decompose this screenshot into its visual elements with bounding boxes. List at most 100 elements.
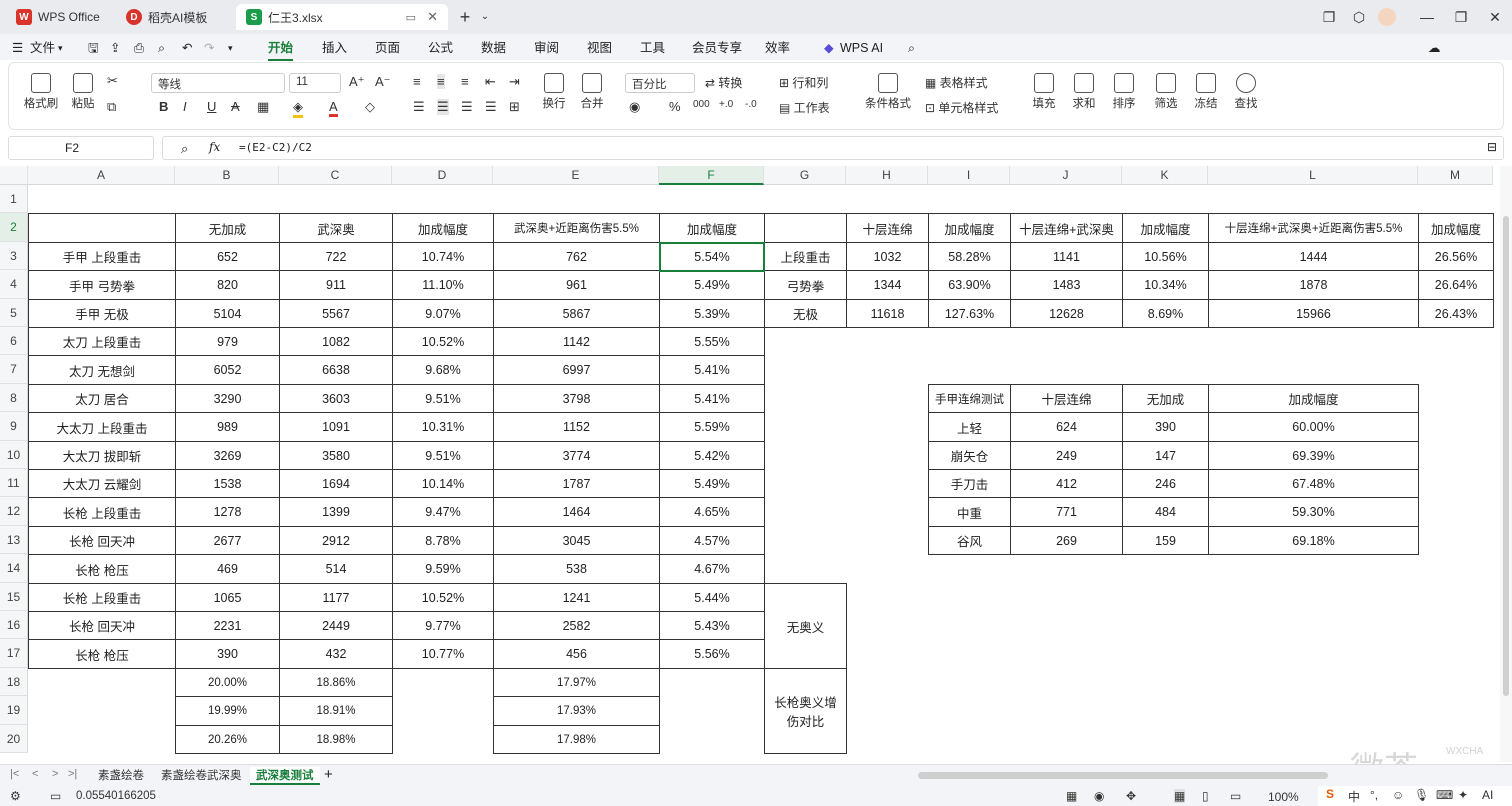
data-cell[interactable]: 2912 [279,526,393,555]
data-cell[interactable]: 5.54% [659,242,765,271]
ratio-cell[interactable]: 20.00% [175,668,280,697]
data-cell[interactable]: 5.59% [659,412,765,442]
header-cell[interactable] [28,213,176,243]
row-label-cell[interactable]: 长枪 枪压 [28,639,176,669]
cube-icon[interactable]: ⬡ [1350,8,1368,26]
row-label-cell[interactable]: 大太刀 上段重击 [28,412,176,442]
number-format-select[interactable]: 百分比 [625,73,695,93]
data-cell[interactable]: 3290 [175,384,280,413]
window-layout-icon[interactable]: ❐ [1320,8,1338,26]
row-label-cell[interactable]: 上段重击 [764,242,847,271]
fill-button[interactable]: 填充 [1029,73,1059,111]
data-cell[interactable]: 771 [1010,497,1123,527]
data-cell[interactable]: 911 [279,270,393,300]
data-cell[interactable]: 10.52% [392,583,494,612]
expand-formula-icon[interactable]: ⊟ [1487,140,1497,154]
column-header-e[interactable]: E [493,166,659,185]
data-cell[interactable]: 820 [175,270,280,300]
row-label-cell[interactable]: 长枪 上段重击 [28,497,176,527]
data-cell[interactable]: 390 [1122,412,1209,442]
punctuation-icon[interactable]: °, [1370,788,1378,802]
data-cell[interactable]: 63.90% [928,270,1011,300]
column-header-i[interactable]: I [928,166,1010,185]
data-cell[interactable]: 6052 [175,355,280,385]
font-size-select[interactable]: 11 [289,73,341,93]
sheet-tab-active[interactable]: 武深奥测试 [250,767,320,785]
data-cell[interactable]: 127.63% [928,299,1011,328]
indent-decrease-icon[interactable]: ⇤ [485,74,496,90]
align-top-icon[interactable]: ≡ [413,74,421,89]
search-icon[interactable]: ⌕ [908,38,915,58]
data-cell[interactable]: 10.52% [392,327,494,356]
add-sheet-icon[interactable]: + [324,766,333,783]
data-cell[interactable]: 6638 [279,355,393,385]
sheet-view-icon[interactable]: ▦ [1066,789,1077,803]
font-grow-icon[interactable]: A⁺ [349,74,365,90]
redo-icon[interactable]: ↷ [204,38,214,58]
data-cell[interactable]: 469 [175,554,280,584]
row-label-cell[interactable]: 长枪 回天冲 [28,611,176,640]
data-cell[interactable]: 5.55% [659,327,765,356]
row-label-cell[interactable]: 太刀 居合 [28,384,176,413]
align-right-icon[interactable]: ☰ [461,99,473,115]
data-cell[interactable]: 4.57% [659,526,765,555]
row-header-13[interactable]: 13 [0,526,28,554]
window-close-icon[interactable]: ✕ [1486,8,1504,26]
header-cell[interactable] [764,213,847,243]
row-label-cell[interactable]: 大太刀 拔即斩 [28,441,176,470]
data-cell[interactable]: 9.07% [392,299,494,328]
new-tab-button[interactable]: + [456,8,474,26]
print-preview-icon[interactable]: ⌕ [158,38,165,58]
ratio-cell[interactable]: 18.86% [279,668,393,697]
data-cell[interactable]: 5.49% [659,469,765,498]
data-cell[interactable]: 3603 [279,384,393,413]
row-header-14[interactable]: 14 [0,554,28,583]
data-cell[interactable]: 6997 [493,355,660,385]
merged-label-ougi-compare[interactable]: 长枪奥义增 伤对比 [764,668,847,754]
merged-label-no-ougi[interactable]: 无奥义 [764,583,847,669]
data-cell[interactable]: 1142 [493,327,660,356]
data-cell[interactable]: 10.34% [1122,270,1209,300]
minimize-icon[interactable]: — [1418,8,1436,26]
cloud-upload-icon[interactable]: ☁ [1428,38,1441,58]
row-header-2[interactable]: 2 [0,213,28,242]
data-cell[interactable]: 5.43% [659,611,765,640]
font-family-select[interactable]: 等线 [151,73,285,93]
data-cell[interactable]: 1787 [493,469,660,498]
column-header-k[interactable]: K [1122,166,1208,185]
data-cell[interactable]: 5.44% [659,583,765,612]
data-cell[interactable]: 1091 [279,412,393,442]
row-header-7[interactable]: 7 [0,355,28,384]
data-cell[interactable]: 412 [1010,469,1123,498]
decimal-increase-icon[interactable]: +.0 [719,99,733,110]
row-col-button[interactable]: ⊞ 行和列 [779,74,828,91]
header-cell[interactable]: 手甲连绵测试 [928,384,1011,413]
skin-icon[interactable]: ✦ [1458,788,1468,802]
filter-button[interactable]: 筛选 [1151,73,1181,111]
first-sheet-icon[interactable]: |< [10,768,19,780]
data-cell[interactable]: 1241 [493,583,660,612]
last-sheet-icon[interactable]: >| [68,768,77,780]
row-header-12[interactable]: 12 [0,497,28,526]
header-cell[interactable]: 加成幅度 [1122,213,1209,243]
data-cell[interactable]: 1538 [175,469,280,498]
ratio-cell[interactable]: 19.99% [175,696,280,726]
data-cell[interactable]: 9.77% [392,611,494,640]
data-cell[interactable]: 58.28% [928,242,1011,271]
data-cell[interactable]: 538 [493,554,660,584]
percent-icon[interactable]: % [669,99,681,114]
row-label-cell[interactable]: 手甲 无极 [28,299,176,328]
header-cell[interactable]: 十层连绵 [846,213,929,243]
row-header-18[interactable]: 18 [0,668,28,696]
menu-formula[interactable]: 公式 [428,38,453,58]
data-cell[interactable]: 5.41% [659,355,765,385]
data-cell[interactable]: 26.64% [1418,270,1494,300]
avatar[interactable] [1378,8,1396,26]
macro-icon[interactable]: ⚙ [10,789,21,803]
ratio-cell[interactable]: 20.26% [175,725,280,754]
row-label-cell[interactable]: 太刀 上段重击 [28,327,176,356]
row-header-3[interactable]: 3 [0,242,28,270]
undo-icon[interactable]: ↶ [182,38,192,58]
row-label-cell[interactable]: 弓势拳 [764,270,847,300]
underline-icon[interactable]: U [207,99,216,114]
